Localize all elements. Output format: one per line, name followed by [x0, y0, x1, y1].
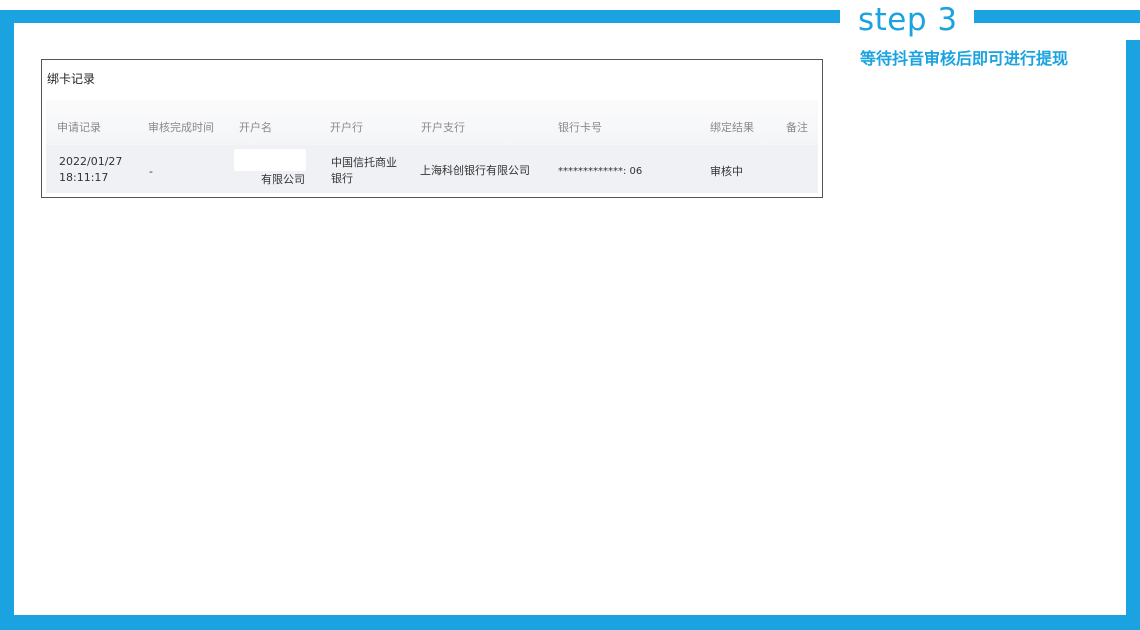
frame-corner: [1126, 10, 1140, 23]
table-header: 申请记录 审核完成时间 开户名 开户行 开户支行 银行卡号 绑定结果 备注: [46, 100, 818, 145]
col-apply-record: 申请记录: [57, 121, 101, 134]
col-remark: 备注: [786, 121, 808, 134]
frame-right-border: [1126, 40, 1140, 630]
records-table: 申请记录 审核完成时间 开户名 开户行 开户支行 银行卡号 绑定结果 备注 20…: [46, 100, 818, 193]
cell-card-number: *************: 06: [558, 166, 643, 177]
step-description: 等待抖音审核后即可进行提现: [860, 49, 1069, 68]
step-title: step 3: [858, 2, 958, 38]
cell-bank-line2: 银行: [331, 172, 353, 185]
cell-bank-line1: 中国信托商业: [331, 156, 397, 169]
bind-card-records-panel: 绑卡记录 申请记录 审核完成时间 开户名 开户行 开户支行 银行卡号 绑定结果 …: [41, 59, 823, 198]
cell-branch: 上海科创银行有限公司: [420, 164, 530, 177]
frame-left-border: [0, 10, 14, 630]
table-row: 2022/01/27 18:11:17 - 有限公司 中国信托商业 银行 上海科…: [46, 145, 818, 193]
redacted-block: [234, 149, 306, 171]
frame-bottom-border: [0, 615, 1140, 630]
frame-top-border-right: [974, 10, 1140, 23]
col-card-number: 银行卡号: [558, 121, 602, 134]
cell-apply-time: 18:11:17: [59, 171, 109, 184]
cell-review-time: -: [149, 165, 153, 178]
panel-title: 绑卡记录: [47, 72, 96, 86]
cell-account-name: 有限公司: [261, 173, 305, 186]
cell-result: 审核中: [710, 165, 743, 178]
frame-top-border-left: [0, 10, 840, 23]
col-review-time: 审核完成时间: [148, 121, 214, 134]
cell-apply-date: 2022/01/27: [59, 155, 123, 168]
col-branch: 开户支行: [421, 121, 465, 134]
col-bank: 开户行: [330, 121, 363, 134]
col-account-name: 开户名: [239, 121, 272, 134]
col-result: 绑定结果: [710, 121, 754, 134]
